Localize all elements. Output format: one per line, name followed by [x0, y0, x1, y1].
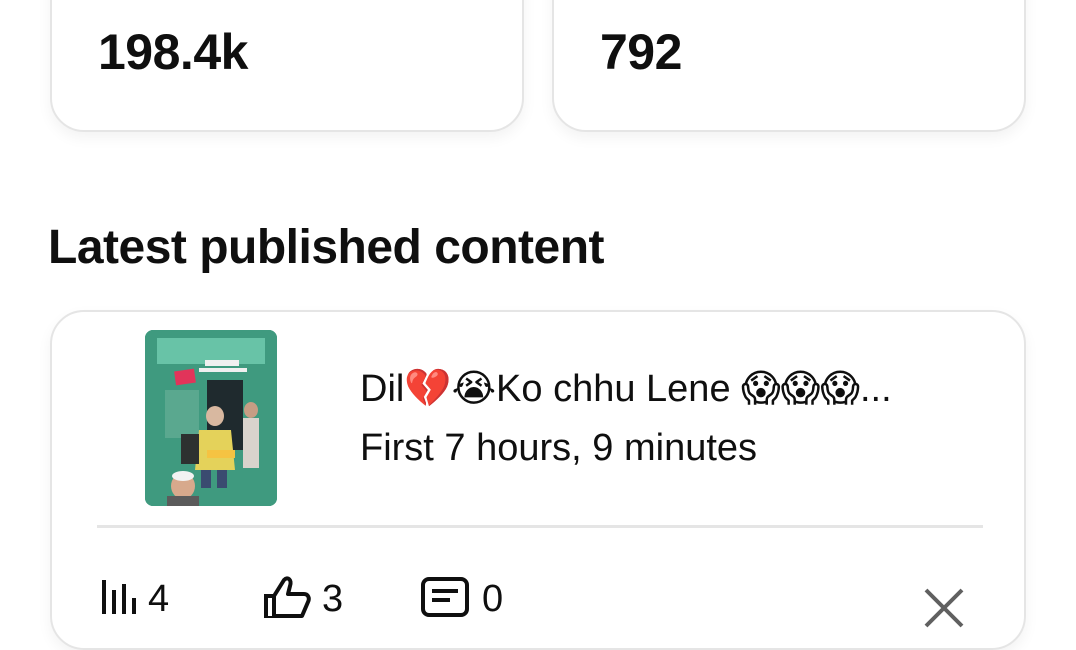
thumbs-up-icon — [264, 576, 311, 618]
views-metric: 4 — [98, 574, 169, 618]
likes-metric: 3 — [262, 574, 343, 618]
comments-count: 0 — [482, 578, 504, 620]
comment-icon — [421, 577, 469, 617]
video-period: First 7 hours, 9 minutes — [360, 427, 758, 469]
video-thumbnail[interactable] — [145, 330, 277, 506]
latest-content-card[interactable]: Dil💔😭Ko chhu Lene 😱😱😱... First 7 hours, … — [50, 310, 1026, 650]
bar-chart-icon — [102, 580, 136, 614]
close-icon[interactable] — [920, 584, 968, 632]
divider — [97, 525, 983, 528]
section-title: Latest published content — [48, 221, 605, 274]
subscribers-stat-card[interactable]: 792 — [552, 0, 1026, 132]
comments-metric: 0 — [420, 574, 503, 618]
views-stat-card[interactable]: 198.4k — [50, 0, 524, 132]
video-title[interactable]: Dil💔😭Ko chhu Lene 😱😱😱... — [360, 366, 960, 411]
views-count: 4 — [148, 578, 170, 620]
views-value: 198.4k — [98, 24, 248, 80]
likes-count: 3 — [322, 578, 344, 620]
subscribers-value: 792 — [600, 24, 682, 80]
